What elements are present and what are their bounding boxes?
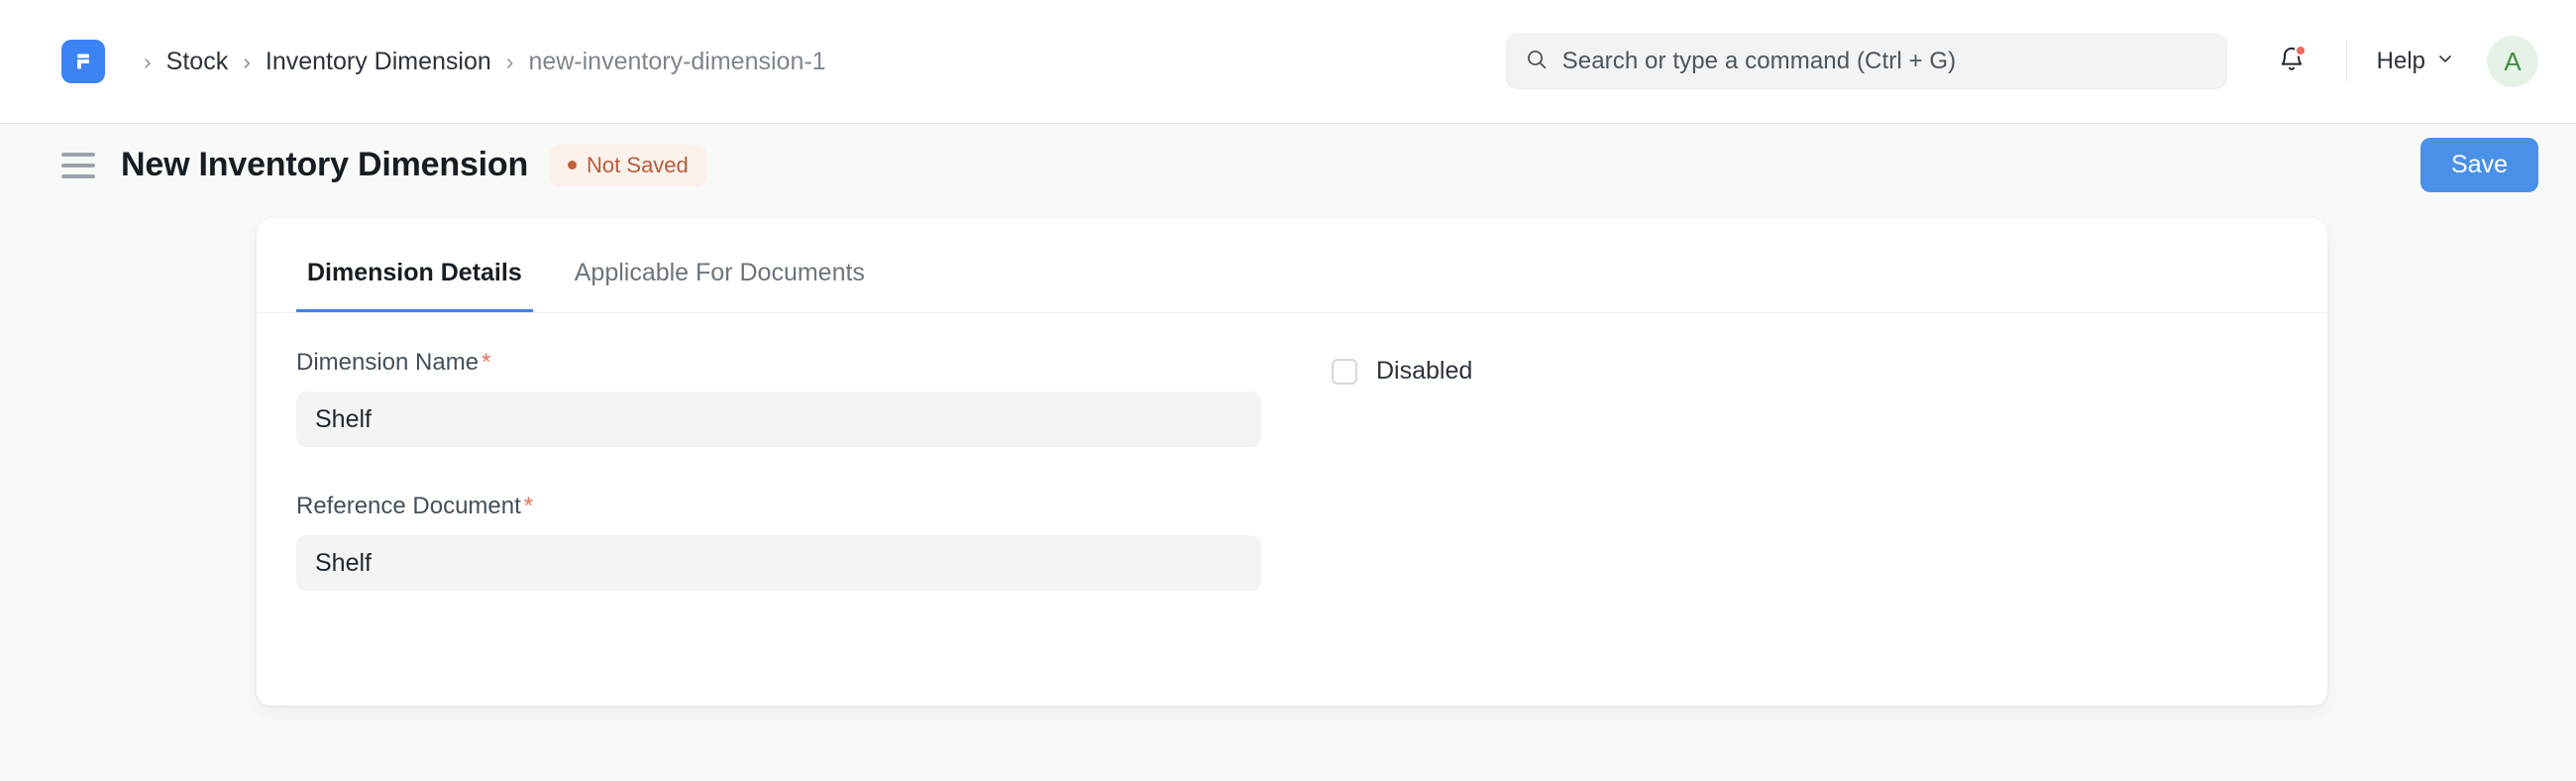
search-icon xyxy=(1525,48,1549,76)
hamburger-bar xyxy=(61,164,95,167)
breadcrumb-item-stock[interactable]: Stock xyxy=(166,48,229,76)
field-dimension-name: Dimension Name* xyxy=(296,349,1297,447)
hamburger-bar xyxy=(61,153,95,157)
breadcrumb-separator: › xyxy=(129,51,166,73)
field-disabled[interactable]: Disabled xyxy=(1332,357,2288,386)
dimension-name-input[interactable] xyxy=(296,391,1261,447)
dimension-name-label-text: Dimension Name xyxy=(296,349,479,376)
dimension-name-label: Dimension Name* xyxy=(296,349,1297,377)
avatar-initial: A xyxy=(2504,47,2521,77)
notifications-button[interactable] xyxy=(2267,37,2316,86)
form-card: Dimension Details Applicable For Documen… xyxy=(257,218,2327,706)
breadcrumb: › Stock › Inventory Dimension › new-inve… xyxy=(129,48,826,76)
tab-applicable-for-documents[interactable]: Applicable For Documents xyxy=(564,259,876,312)
notification-badge-dot xyxy=(2295,45,2307,56)
form-tabs: Dimension Details Applicable For Documen… xyxy=(257,218,2327,313)
status-dot-icon xyxy=(568,161,577,169)
breadcrumb-item-inventory-dimension[interactable]: Inventory Dimension xyxy=(266,48,491,76)
help-menu-button[interactable]: Help xyxy=(2373,42,2459,81)
chevron-down-icon xyxy=(2435,48,2455,75)
user-avatar[interactable]: A xyxy=(2487,36,2538,87)
erpnext-logo-icon[interactable] xyxy=(61,40,105,83)
reference-document-label-text: Reference Document xyxy=(296,493,521,519)
required-asterisk-icon: * xyxy=(524,493,533,519)
disabled-label: Disabled xyxy=(1376,357,1472,386)
content-area: Dimension Details Applicable For Documen… xyxy=(0,206,2576,706)
form-body: Dimension Name* Reference Document* Disa… xyxy=(257,313,2327,644)
navbar-right-group: Help A xyxy=(2267,36,2538,87)
required-asterisk-icon: * xyxy=(482,349,490,376)
field-reference-document: Reference Document* xyxy=(296,493,1297,591)
disabled-checkbox[interactable] xyxy=(1332,359,1357,385)
global-search-bar[interactable] xyxy=(1506,34,2227,89)
status-badge-label: Not Saved xyxy=(587,153,689,178)
breadcrumb-item-current: new-inventory-dimension-1 xyxy=(528,48,825,76)
save-button[interactable]: Save xyxy=(2420,138,2538,192)
help-label: Help xyxy=(2377,48,2425,75)
form-column-right: Disabled xyxy=(1297,349,2288,591)
breadcrumb-separator: › xyxy=(228,51,266,73)
reference-document-label: Reference Document* xyxy=(296,493,1297,520)
hamburger-bar xyxy=(61,174,95,178)
navbar-divider xyxy=(2346,41,2347,82)
hamburger-menu-icon[interactable] xyxy=(61,153,95,178)
tab-dimension-details[interactable]: Dimension Details xyxy=(296,259,533,312)
page-header: New Inventory Dimension Not Saved Save xyxy=(0,124,2576,206)
form-column-left: Dimension Name* Reference Document* xyxy=(296,349,1297,591)
top-navbar: › Stock › Inventory Dimension › new-inve… xyxy=(0,0,2576,124)
page-title: New Inventory Dimension xyxy=(121,146,528,184)
reference-document-input[interactable] xyxy=(296,535,1261,591)
status-badge: Not Saved xyxy=(550,145,706,186)
search-input[interactable] xyxy=(1562,48,2208,75)
breadcrumb-separator: › xyxy=(491,51,529,73)
navbar-left-group: › Stock › Inventory Dimension › new-inve… xyxy=(61,40,826,83)
